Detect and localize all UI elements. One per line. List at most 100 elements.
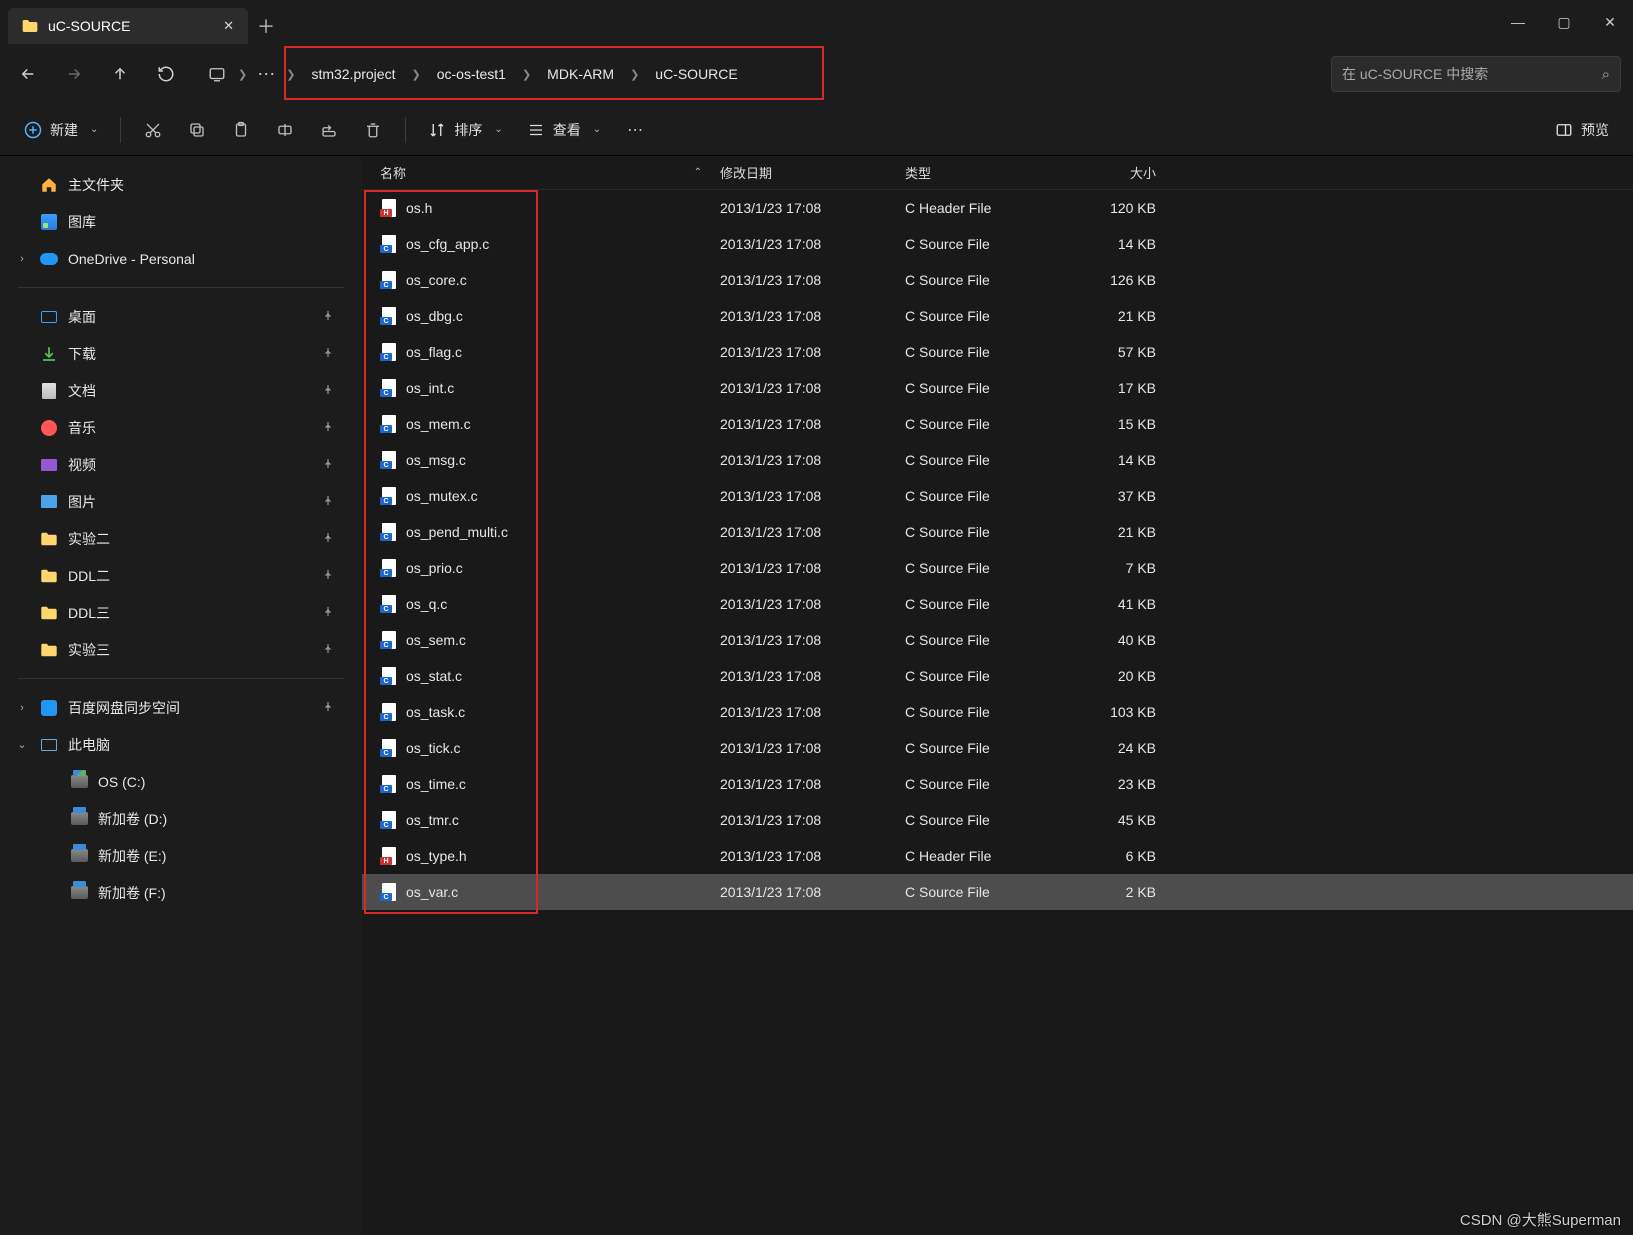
sidebar-item[interactable]: ›百度网盘同步空间 bbox=[0, 689, 362, 726]
minimize-button[interactable]: ― bbox=[1495, 6, 1541, 38]
breadcrumb-overflow[interactable]: ⋯ bbox=[249, 64, 284, 85]
window-tab[interactable]: uC-SOURCE ✕ bbox=[8, 8, 248, 44]
file-row[interactable]: Cos_core.c2013/1/23 17:08C Source File12… bbox=[362, 262, 1633, 298]
up-button[interactable] bbox=[98, 52, 142, 96]
search-input[interactable] bbox=[1342, 66, 1602, 82]
sidebar-item[interactable]: ⌄此电脑 bbox=[0, 726, 362, 763]
file-row[interactable]: Cos_msg.c2013/1/23 17:08C Source File14 … bbox=[362, 442, 1633, 478]
location-icon[interactable] bbox=[198, 65, 236, 83]
sort-button[interactable]: 排序 ⌄ bbox=[418, 114, 512, 146]
breadcrumb-segment[interactable]: oc-os-test1 bbox=[423, 52, 520, 96]
folder-icon bbox=[22, 19, 38, 33]
file-row[interactable]: Cos_mutex.c2013/1/23 17:08C Source File3… bbox=[362, 478, 1633, 514]
breadcrumb-segment[interactable]: stm32.project bbox=[297, 52, 409, 96]
file-name: os_core.c bbox=[406, 272, 467, 288]
file-row[interactable]: Cos_tmr.c2013/1/23 17:08C Source File45 … bbox=[362, 802, 1633, 838]
sidebar-item[interactable]: 下载 bbox=[0, 335, 362, 372]
file-size: 7 KB bbox=[1065, 560, 1170, 576]
file-row[interactable]: Cos_dbg.c2013/1/23 17:08C Source File21 … bbox=[362, 298, 1633, 334]
sidebar-item[interactable]: 视频 bbox=[0, 446, 362, 483]
maximize-button[interactable]: ▢ bbox=[1541, 6, 1587, 38]
sidebar-item[interactable]: ›OneDrive - Personal bbox=[0, 240, 362, 277]
file-row[interactable]: Cos_pend_multi.c2013/1/23 17:08C Source … bbox=[362, 514, 1633, 550]
copy-button[interactable] bbox=[177, 112, 217, 148]
forward-button[interactable] bbox=[52, 52, 96, 96]
file-name: os_cfg_app.c bbox=[406, 236, 489, 252]
file-row[interactable]: Cos_prio.c2013/1/23 17:08C Source File7 … bbox=[362, 550, 1633, 586]
sidebar-item[interactable]: DDL二 bbox=[0, 557, 362, 594]
more-button[interactable]: ⋯ bbox=[615, 112, 655, 148]
share-button[interactable] bbox=[309, 112, 349, 148]
file-name: os_tmr.c bbox=[406, 812, 459, 828]
file-type: C Source File bbox=[905, 380, 1065, 396]
sidebar-item[interactable]: 图片 bbox=[0, 483, 362, 520]
file-row[interactable]: Hos.h2013/1/23 17:08C Header File120 KB bbox=[362, 190, 1633, 226]
file-row[interactable]: Cos_int.c2013/1/23 17:08C Source File17 … bbox=[362, 370, 1633, 406]
view-button[interactable]: 查看 ⌄ bbox=[517, 114, 611, 146]
preview-label: 预览 bbox=[1581, 120, 1609, 140]
chevron-right-icon[interactable]: › bbox=[14, 702, 30, 714]
sidebar-item[interactable]: 新加卷 (E:) bbox=[0, 837, 362, 874]
sidebar-item[interactable]: 主文件夹 bbox=[0, 166, 362, 203]
chevron-right-icon: ❯ bbox=[284, 68, 297, 81]
sidebar-item-label: 图库 bbox=[68, 212, 96, 232]
preview-button[interactable]: 预览 bbox=[1545, 114, 1619, 146]
sidebar-item[interactable]: 音乐 bbox=[0, 409, 362, 446]
search-box[interactable]: ⌕ bbox=[1331, 56, 1621, 92]
file-row[interactable]: Cos_task.c2013/1/23 17:08C Source File10… bbox=[362, 694, 1633, 730]
c-file-icon: C bbox=[380, 595, 396, 613]
col-name[interactable]: 名称⌃ bbox=[380, 163, 720, 182]
file-row[interactable]: Hos_type.h2013/1/23 17:08C Header File6 … bbox=[362, 838, 1633, 874]
col-modified[interactable]: 修改日期 bbox=[720, 163, 905, 182]
file-row[interactable]: Cos_flag.c2013/1/23 17:08C Source File57… bbox=[362, 334, 1633, 370]
file-name: os_type.h bbox=[406, 848, 467, 864]
cut-button[interactable] bbox=[133, 112, 173, 148]
file-row[interactable]: Cos_sem.c2013/1/23 17:08C Source File40 … bbox=[362, 622, 1633, 658]
close-window-button[interactable]: ✕ bbox=[1587, 6, 1633, 38]
sidebar-item[interactable]: 新加卷 (F:) bbox=[0, 874, 362, 911]
col-size[interactable]: 大小 bbox=[1065, 163, 1170, 182]
chevron-right-icon[interactable]: › bbox=[14, 253, 30, 265]
c-file-icon: C bbox=[380, 487, 396, 505]
breadcrumb-bar[interactable]: ❯ ⋯ ❯ stm32.project❯oc-os-test1❯MDK-ARM❯… bbox=[198, 52, 1321, 96]
file-row[interactable]: Cos_time.c2013/1/23 17:08C Source File23… bbox=[362, 766, 1633, 802]
breadcrumb-segment[interactable]: MDK-ARM bbox=[533, 52, 628, 96]
rename-button[interactable] bbox=[265, 112, 305, 148]
file-row[interactable]: Cos_q.c2013/1/23 17:08C Source File41 KB bbox=[362, 586, 1633, 622]
sidebar-item[interactable]: OS (C:) bbox=[0, 763, 362, 800]
sidebar-item[interactable]: 图库 bbox=[0, 203, 362, 240]
sidebar-item[interactable]: 实验三 bbox=[0, 631, 362, 668]
paste-button[interactable] bbox=[221, 112, 261, 148]
back-button[interactable] bbox=[6, 52, 50, 96]
file-type: C Source File bbox=[905, 452, 1065, 468]
file-row[interactable]: Cos_var.c2013/1/23 17:08C Source File2 K… bbox=[362, 874, 1633, 910]
new-tab-button[interactable]: ＋ bbox=[248, 8, 284, 44]
file-name: os_pend_multi.c bbox=[406, 524, 508, 540]
sidebar-item[interactable]: 新加卷 (D:) bbox=[0, 800, 362, 837]
file-name: os_task.c bbox=[406, 704, 465, 720]
file-row[interactable]: Cos_mem.c2013/1/23 17:08C Source File15 … bbox=[362, 406, 1633, 442]
file-type: C Header File bbox=[905, 848, 1065, 864]
sidebar-item[interactable]: DDL三 bbox=[0, 594, 362, 631]
search-icon[interactable]: ⌕ bbox=[1602, 66, 1610, 83]
sidebar-item-label: 主文件夹 bbox=[68, 175, 124, 195]
breadcrumb-segment[interactable]: uC-SOURCE bbox=[641, 52, 751, 96]
titlebar: uC-SOURCE ✕ ＋ ― ▢ ✕ bbox=[0, 0, 1633, 44]
col-type[interactable]: 类型 bbox=[905, 163, 1065, 182]
sidebar-item[interactable]: 文档 bbox=[0, 372, 362, 409]
file-row[interactable]: Cos_cfg_app.c2013/1/23 17:08C Source Fil… bbox=[362, 226, 1633, 262]
sidebar-item[interactable]: 实验二 bbox=[0, 520, 362, 557]
file-row[interactable]: Cos_stat.c2013/1/23 17:08C Source File20… bbox=[362, 658, 1633, 694]
sidebar-item-label: DDL三 bbox=[68, 603, 110, 623]
refresh-button[interactable] bbox=[144, 52, 188, 96]
sidebar-item[interactable]: 桌面 bbox=[0, 298, 362, 335]
chevron-down-icon[interactable]: ⌄ bbox=[14, 738, 30, 751]
file-name: os_prio.c bbox=[406, 560, 463, 576]
file-size: 6 KB bbox=[1065, 848, 1170, 864]
close-tab-icon[interactable]: ✕ bbox=[223, 18, 234, 34]
file-row[interactable]: Cos_tick.c2013/1/23 17:08C Source File24… bbox=[362, 730, 1633, 766]
file-modified: 2013/1/23 17:08 bbox=[720, 272, 905, 288]
delete-button[interactable] bbox=[353, 112, 393, 148]
new-button[interactable]: 新建 ⌄ bbox=[14, 114, 108, 146]
file-name: os_int.c bbox=[406, 380, 454, 396]
